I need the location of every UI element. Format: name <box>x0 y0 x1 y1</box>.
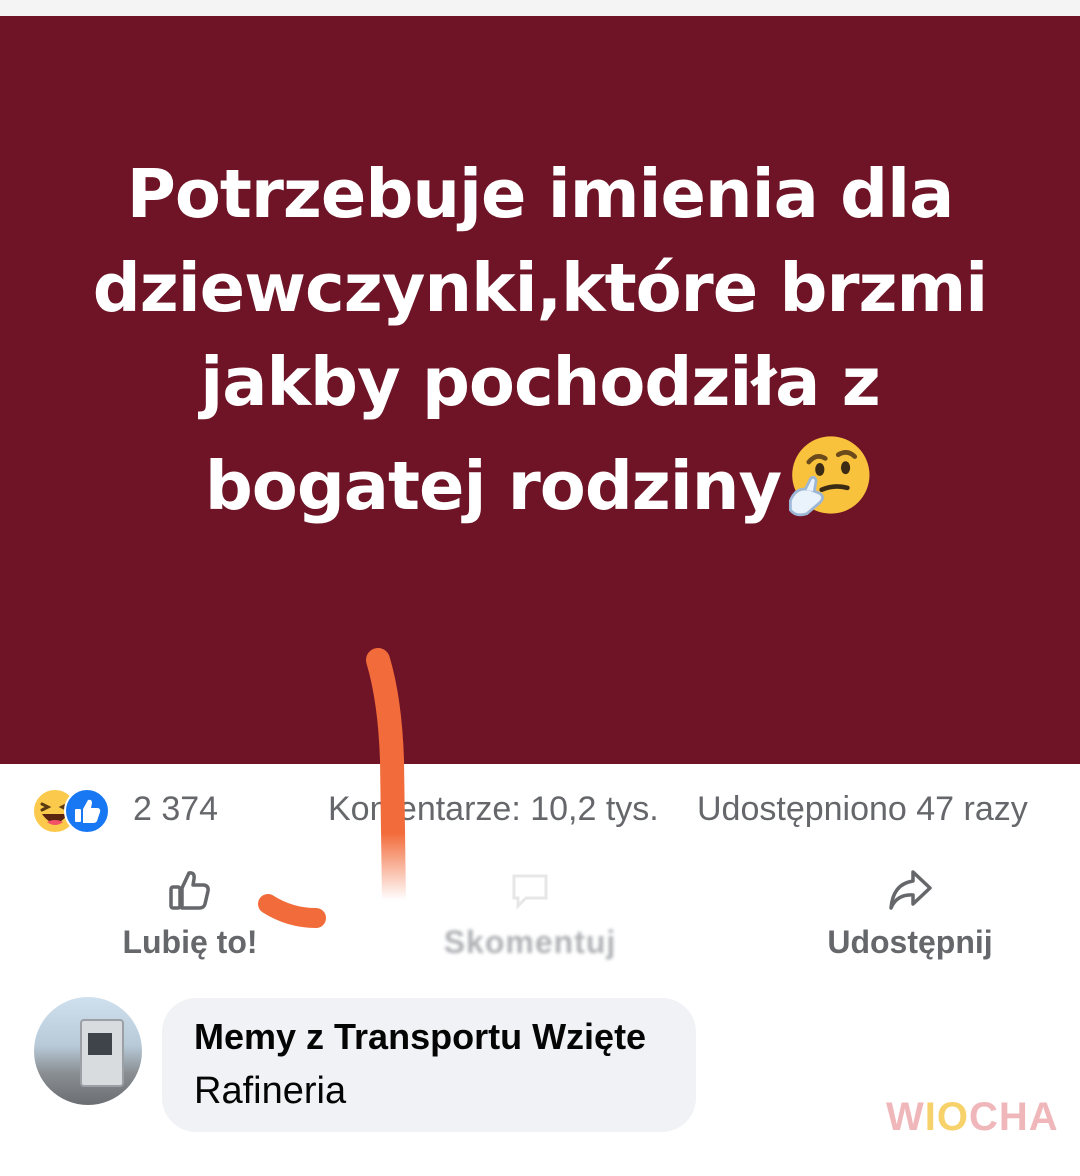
post-text: Potrzebuje imienia dla dziewczynki,które… <box>50 147 1030 533</box>
comment-button-label: Skomentuj <box>443 924 617 960</box>
like-button[interactable]: Lubię to! <box>110 868 270 961</box>
top-strip <box>0 0 1080 16</box>
like-reaction-icon <box>64 788 110 834</box>
commenter-avatar[interactable] <box>34 997 142 1105</box>
comment-bubble[interactable]: Memy z Transportu Wzięte Rafineria <box>162 998 696 1132</box>
reaction-count[interactable]: 2 374 <box>133 790 218 829</box>
reactions-stats-row: 2 374 Komentarze: 10,2 tys. Udostępniono… <box>0 782 1080 838</box>
truck-cab <box>88 1033 112 1055</box>
comments-count[interactable]: Komentarze: 10,2 tys. <box>328 790 659 829</box>
comment-button[interactable]: Skomentuj <box>320 868 740 961</box>
comment-text: Rafineria <box>194 1070 347 1112</box>
watermark-logo: WIOCHA <box>886 1095 1059 1139</box>
thumbs-up-icon <box>169 871 210 910</box>
thinking-face-icon <box>789 436 870 517</box>
post-card[interactable]: Potrzebuje imienia dla dziewczynki,które… <box>0 16 1080 764</box>
share-button-label: Udostępnij <box>827 924 993 960</box>
share-button[interactable]: Udostępnij <box>820 868 1000 961</box>
comment-icon <box>512 874 548 910</box>
reaction-icons[interactable] <box>32 788 124 834</box>
comment-meta-cut-off <box>190 1146 850 1176</box>
shares-count[interactable]: Udostępniono 47 razy <box>697 790 1028 829</box>
comment-author[interactable]: Memy z Transportu Wzięte <box>194 1016 646 1058</box>
like-button-label: Lubię to! <box>122 924 258 960</box>
post-actions-row: Lubię to! Skomentuj Udostępnij <box>0 868 1080 968</box>
share-arrow-icon <box>889 870 932 910</box>
